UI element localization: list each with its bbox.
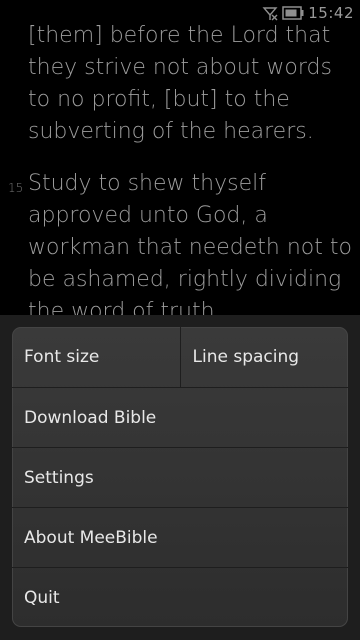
- quit-label: Quit: [24, 587, 60, 608]
- about-label: About MeeBible: [24, 527, 158, 548]
- battery-icon: [282, 6, 304, 20]
- verse-number: 15: [8, 181, 24, 195]
- download-bible-label: Download Bible: [24, 407, 157, 428]
- download-bible-item[interactable]: Download Bible: [12, 387, 348, 447]
- status-bar: 15:42: [0, 0, 360, 26]
- about-item[interactable]: About MeeBible: [12, 507, 348, 567]
- verse-text: [them] before the Lord that they strive …: [28, 23, 332, 144]
- settings-label: Settings: [24, 467, 94, 488]
- status-clock: 15:42: [308, 4, 354, 22]
- verse-text: Study to shew thyself approved unto God,…: [28, 171, 352, 324]
- line-spacing-button[interactable]: Line spacing: [181, 327, 349, 387]
- settings-item[interactable]: Settings: [12, 447, 348, 507]
- quit-item[interactable]: Quit: [12, 567, 348, 627]
- no-signal-icon: [262, 5, 278, 21]
- menu-row-text-options: Font size Line spacing: [12, 327, 348, 387]
- font-size-button[interactable]: Font size: [12, 327, 180, 387]
- app-menu: Font size Line spacing Download Bible Se…: [12, 327, 348, 627]
- bible-text-view[interactable]: [them] before the Lord that they strive …: [0, 0, 360, 330]
